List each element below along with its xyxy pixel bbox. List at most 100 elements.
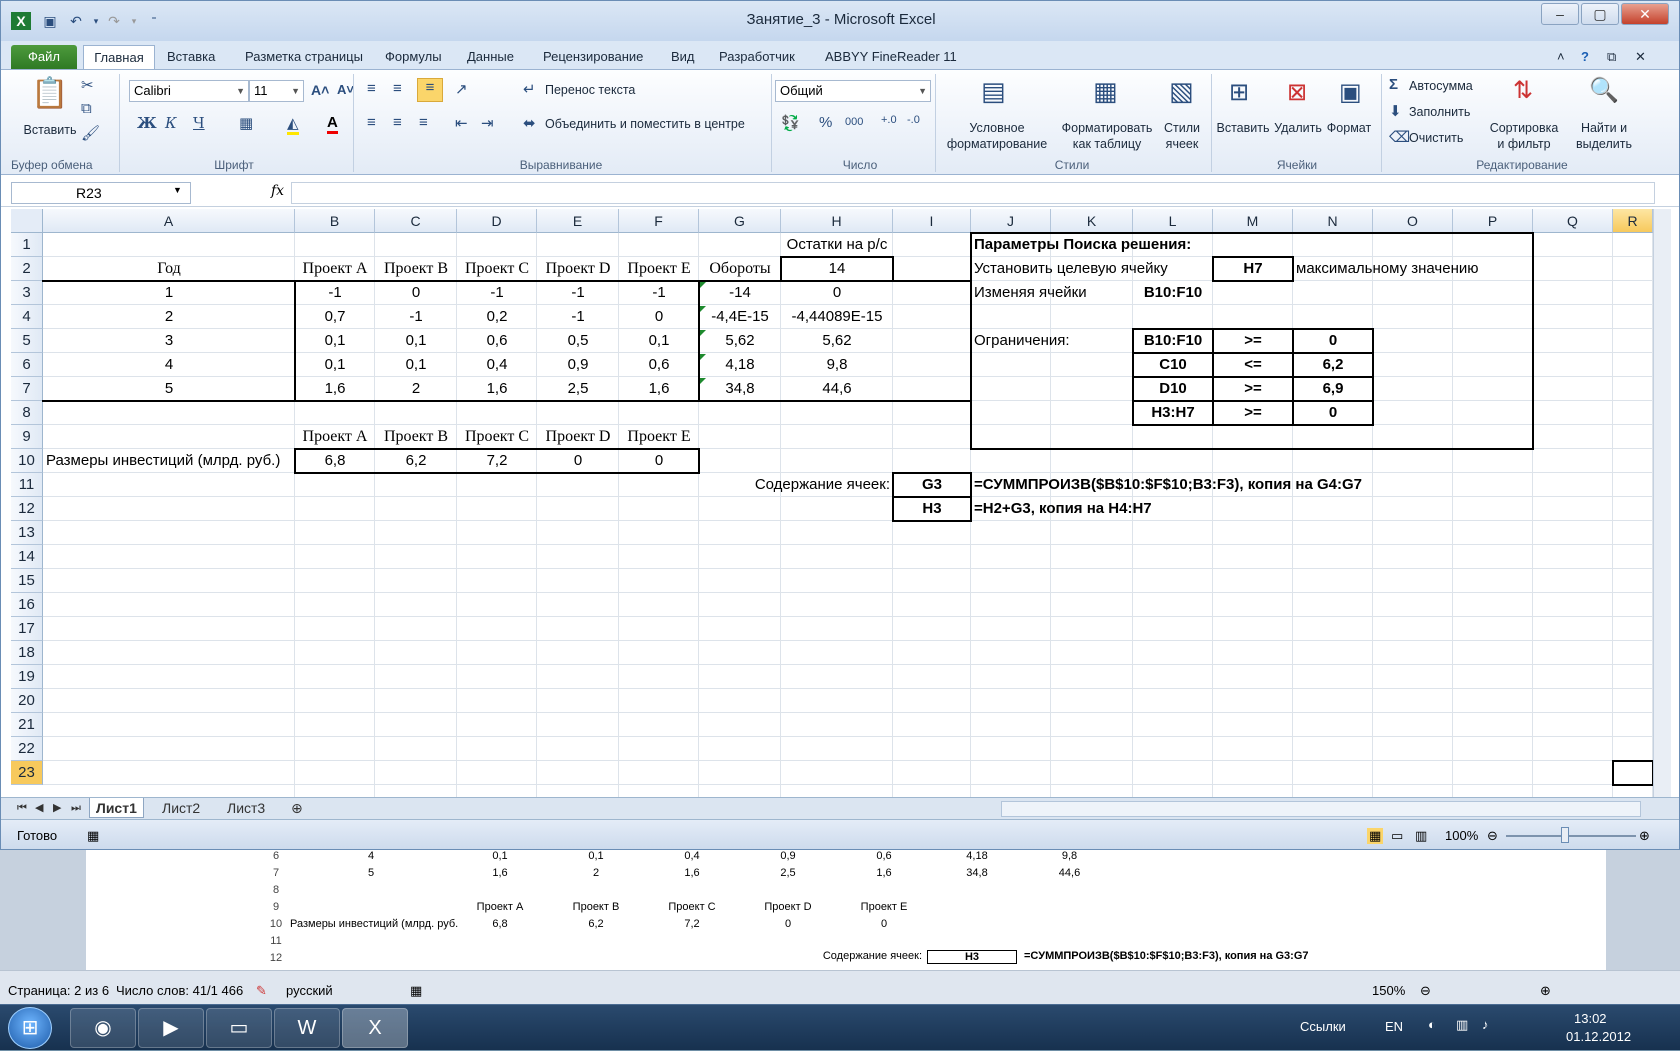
row-header-15[interactable]: 15 (11, 569, 43, 593)
cell-E5[interactable]: 0,5 (537, 329, 619, 353)
sort-filter-button[interactable]: Сортировка и фильтр (1483, 120, 1565, 152)
cell-B10[interactable]: 6,8 (295, 449, 375, 473)
autosum-button[interactable]: Автосумма (1409, 78, 1473, 94)
cell-H6[interactable]: 9,8 (781, 353, 893, 377)
row-header-7[interactable]: 7 (11, 377, 43, 401)
cell-J12[interactable]: =H2+G3, копия на H4:H7 (971, 497, 1453, 521)
cell-D6[interactable]: 0,4 (457, 353, 537, 377)
column-header-A[interactable]: A (43, 209, 295, 233)
wrap-text-icon[interactable]: ↵ (523, 80, 536, 98)
cell-C2[interactable]: Проект B (375, 257, 457, 281)
cell-A7[interactable]: 5 (43, 377, 295, 401)
row-header-10[interactable]: 10 (11, 449, 43, 473)
cell-C5[interactable]: 0,1 (375, 329, 457, 353)
row-header-22[interactable]: 22 (11, 737, 43, 761)
cell-G5[interactable]: 5,62 (699, 329, 781, 353)
row-header-20[interactable]: 20 (11, 689, 43, 713)
last-sheet-icon[interactable]: ⏭ (65, 798, 87, 818)
format-cells-button[interactable]: Формат (1323, 120, 1375, 136)
cell-G3[interactable]: -14 (699, 281, 781, 305)
ribbon-tab-7[interactable]: Рецензирование (537, 45, 649, 69)
clear-button[interactable]: Очистить (1409, 130, 1463, 146)
align-middle-icon[interactable]: ≡ (393, 80, 402, 97)
network-icon[interactable]: ▥ (1456, 1017, 1468, 1033)
zoom-in-icon[interactable]: ⊕ (1639, 828, 1650, 844)
cell-E10[interactable]: 0 (537, 449, 619, 473)
error-indicator-icon[interactable] (700, 306, 706, 312)
ribbon-tab-5[interactable]: Формулы (379, 45, 448, 69)
cell-I11[interactable]: G3 (893, 473, 971, 497)
vertical-scrollbar[interactable] (1653, 209, 1671, 797)
horizontal-scrollbar[interactable] (1001, 801, 1641, 817)
clock-time[interactable]: 13:02 (1574, 1011, 1607, 1026)
increase-decimal-icon[interactable]: +.0 (881, 114, 897, 126)
page-layout-view-icon[interactable]: ▭ (1391, 828, 1403, 844)
sheet-tab-2[interactable]: Лист2 (156, 798, 206, 818)
align-bottom-icon[interactable]: ≡ (417, 78, 443, 102)
word-zoom-out-icon[interactable]: ⊖ (1420, 983, 1431, 999)
maximize-button[interactable]: ▢ (1581, 3, 1619, 25)
cell-B6[interactable]: 0,1 (295, 353, 375, 377)
decrease-indent-icon[interactable]: ⇤ (455, 114, 468, 132)
cell-D4[interactable]: 0,2 (457, 305, 537, 329)
cell-A5[interactable]: 3 (43, 329, 295, 353)
cell-N2[interactable]: максимальному значению (1293, 257, 1533, 281)
find-select-button[interactable]: Найти и выделить (1567, 120, 1641, 152)
align-center-icon[interactable]: ≡ (393, 114, 402, 131)
cell-F3[interactable]: -1 (619, 281, 699, 305)
cell-C7[interactable]: 2 (375, 377, 457, 401)
bold-button[interactable]: Ж (137, 114, 157, 132)
word-zoom-in-icon[interactable]: ⊕ (1540, 983, 1551, 999)
font-size-combo[interactable]: 11 ▼ (249, 80, 304, 102)
autosum-icon[interactable]: Σ (1389, 76, 1398, 93)
column-header-D[interactable]: D (457, 209, 537, 233)
close-workbook-icon[interactable]: ✕ (1629, 45, 1652, 69)
cell-M7[interactable]: >= (1213, 377, 1293, 401)
cell-L6[interactable]: C10 (1133, 353, 1213, 377)
row-header-8[interactable]: 8 (11, 401, 43, 425)
row-header-18[interactable]: 18 (11, 641, 43, 665)
cell-F9[interactable]: Проект E (619, 425, 699, 449)
cell-F7[interactable]: 1,6 (619, 377, 699, 401)
row-header-17[interactable]: 17 (11, 617, 43, 641)
cell-L8[interactable]: H3:H7 (1133, 401, 1213, 425)
column-header-K[interactable]: K (1051, 209, 1133, 233)
ribbon-tab-2[interactable]: Главная (83, 45, 155, 69)
word-taskbar-icon[interactable]: W (274, 1008, 340, 1048)
clear-icon[interactable]: ⌫ (1389, 128, 1410, 146)
cell-F10[interactable]: 0 (619, 449, 699, 473)
word-page-count[interactable]: Страница: 2 из 6 (8, 983, 109, 998)
cell-H7[interactable]: 44,6 (781, 377, 893, 401)
formula-input[interactable] (291, 182, 1655, 204)
column-header-N[interactable]: N (1293, 209, 1373, 233)
thousands-button[interactable]: 000 (845, 116, 863, 128)
spellcheck-icon[interactable]: ✎ (256, 983, 267, 999)
restore-workbook-icon[interactable]: ⧉ (1601, 45, 1622, 69)
cell-M5[interactable]: >= (1213, 329, 1293, 353)
fill-button[interactable]: Заполнить (1409, 104, 1470, 120)
start-button[interactable]: ⊞ (8, 1007, 52, 1049)
conditional-formatting-button[interactable]: Условное форматирование (937, 120, 1057, 152)
minimize-button[interactable]: – (1541, 3, 1579, 25)
find-select-icon[interactable]: 🔍 (1589, 76, 1619, 105)
cell-A3[interactable]: 1 (43, 281, 295, 305)
cell-D5[interactable]: 0,6 (457, 329, 537, 353)
number-format-combo[interactable]: Общий ▼ (775, 80, 931, 102)
row-header-23[interactable]: 23 (11, 761, 43, 785)
cell-C10[interactable]: 6,2 (375, 449, 457, 473)
insert-function-icon[interactable]: fx (271, 183, 284, 199)
align-top-icon[interactable]: ≡ (367, 80, 376, 97)
cell-B9[interactable]: Проект A (295, 425, 375, 449)
cell-M2[interactable]: H7 (1213, 257, 1293, 281)
cell-B2[interactable]: Проект A (295, 257, 375, 281)
links-toolbar[interactable]: Ссылки (1300, 1019, 1346, 1034)
zoom-level[interactable]: 100% (1445, 828, 1478, 843)
cell-E9[interactable]: Проект D (537, 425, 619, 449)
cell-M8[interactable]: >= (1213, 401, 1293, 425)
column-header-F[interactable]: F (619, 209, 699, 233)
cell-D3[interactable]: -1 (457, 281, 537, 305)
error-indicator-icon[interactable] (700, 354, 706, 360)
row-header-13[interactable]: 13 (11, 521, 43, 545)
cell-E4[interactable]: -1 (537, 305, 619, 329)
paste-icon[interactable]: 📋 (31, 76, 68, 111)
